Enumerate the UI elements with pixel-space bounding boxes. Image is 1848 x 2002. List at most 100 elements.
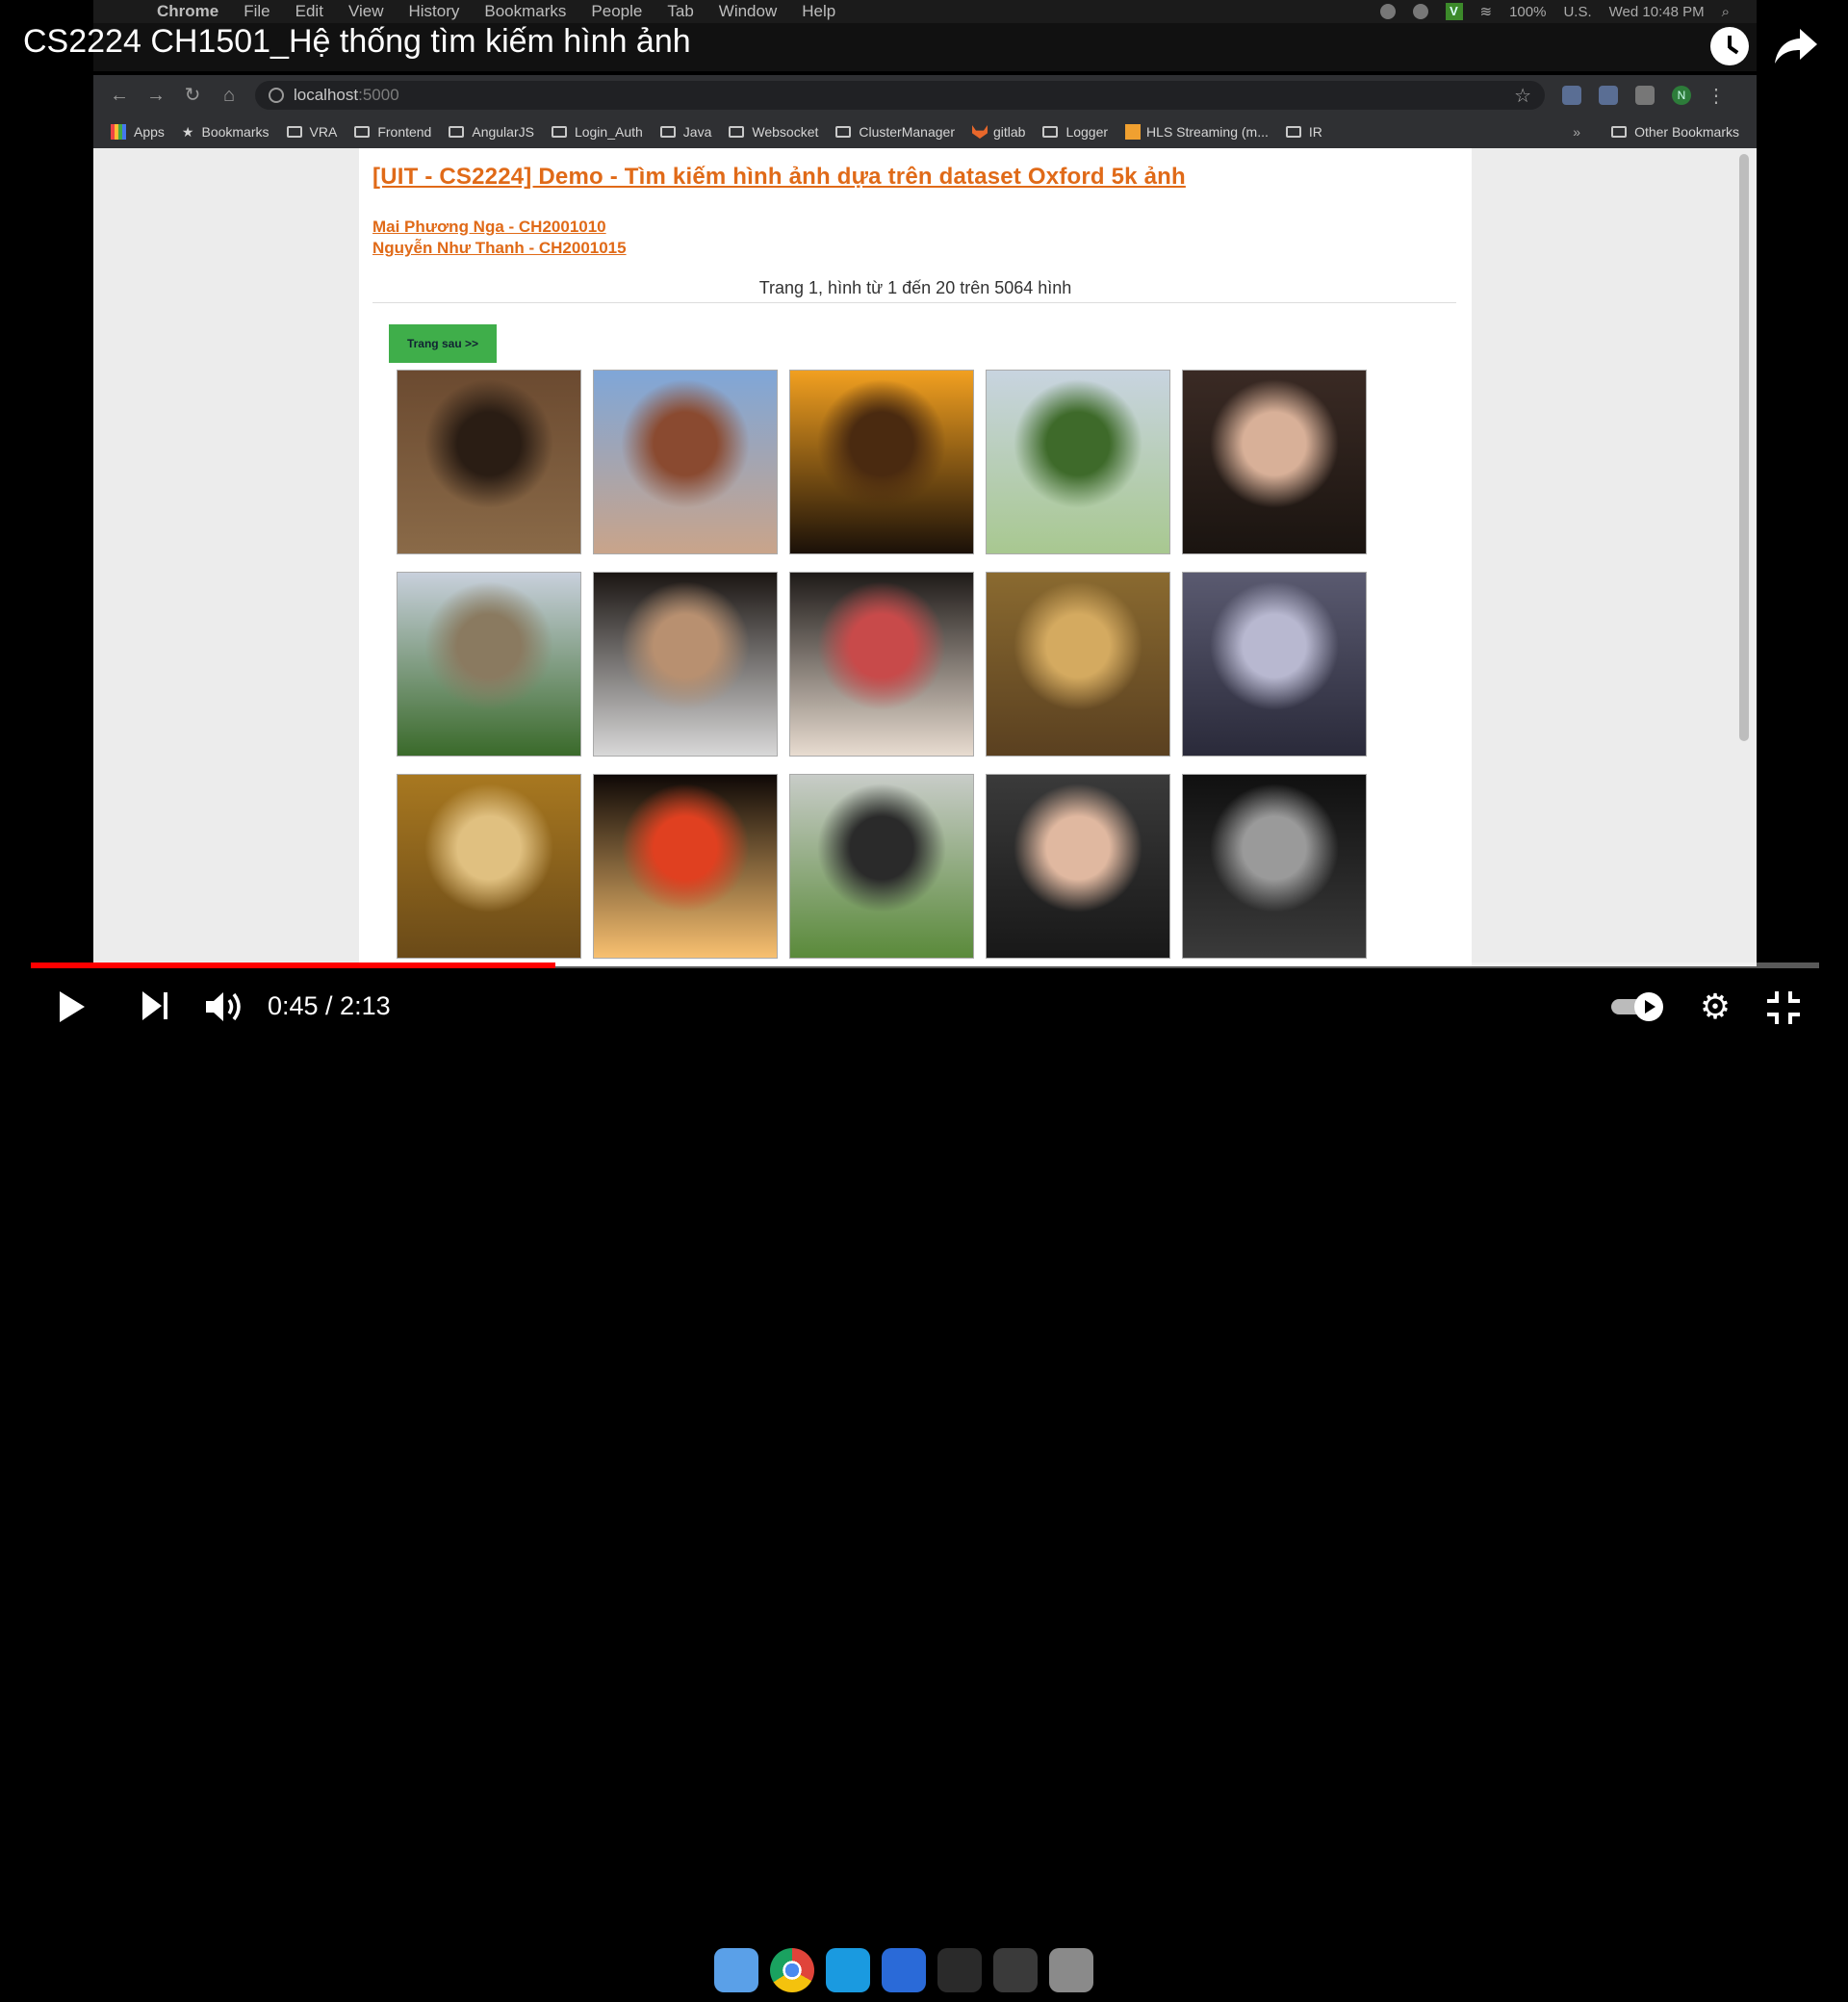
extensions-puzzle-icon[interactable]: [1635, 86, 1655, 105]
image-thumbnail-group-on-lawn[interactable]: [789, 774, 974, 959]
folder-icon: [286, 126, 302, 138]
display-icon[interactable]: [993, 1948, 1038, 1992]
gitlab-icon: [971, 125, 988, 139]
menu-bookmarks[interactable]: Bookmarks: [484, 2, 566, 21]
status-icon[interactable]: [1412, 4, 1428, 19]
bookmark-label: ClusterManager: [859, 124, 955, 140]
bookmark-label: Websocket: [752, 124, 819, 140]
player-controls: 0:45 / 2:13 ⚙: [0, 968, 1848, 1992]
bookmark-folder-logger[interactable]: Logger: [1042, 124, 1108, 140]
mac-dock: [703, 1942, 1145, 2002]
divider: [372, 302, 1456, 303]
bookmark-bookmarks[interactable]: ★ Bookmarks: [182, 124, 270, 141]
play-button[interactable]: [60, 991, 85, 1022]
trash-icon[interactable]: [1049, 1948, 1093, 1992]
autoplay-play-icon: [1634, 992, 1663, 1021]
exit-fullscreen-icon[interactable]: [1767, 991, 1800, 1024]
bookmark-label: IR: [1308, 124, 1322, 140]
menu-people[interactable]: People: [591, 2, 642, 21]
bookmark-folder-java[interactable]: Java: [659, 124, 711, 140]
recorded-screen: Chrome File Edit View History Bookmarks …: [93, 0, 1757, 966]
bookmark-hls-streaming[interactable]: HLS Streaming (m...: [1125, 124, 1269, 140]
autoplay-toggle[interactable]: [1611, 992, 1667, 1021]
bookmark-folder-websocket[interactable]: Websocket: [729, 124, 818, 140]
bookmark-folder-ir[interactable]: IR: [1285, 124, 1322, 140]
bookmark-folder-angularjs[interactable]: AngularJS: [449, 124, 534, 140]
profile-avatar[interactable]: N: [1672, 86, 1691, 105]
status-icon[interactable]: [1379, 4, 1396, 19]
vpn-icon[interactable]: [882, 1948, 926, 1992]
bookmark-label: AngularJS: [472, 124, 534, 140]
home-icon[interactable]: ⌂: [218, 85, 240, 106]
bookmark-folder-clustermanager[interactable]: ClusterManager: [835, 124, 955, 140]
image-thumbnail-people-in-hall[interactable]: [397, 370, 581, 554]
vpn-status-icon[interactable]: V: [1445, 3, 1463, 20]
url-host: localhost: [294, 86, 359, 104]
menu-view[interactable]: View: [348, 2, 384, 21]
next-video-button[interactable]: [142, 991, 169, 1022]
bookmark-folder-frontend[interactable]: Frontend: [354, 124, 431, 140]
bookmark-folder-login-auth[interactable]: Login_Auth: [551, 124, 643, 140]
volume-icon[interactable]: [204, 989, 246, 1024]
bookmark-folder-vra[interactable]: VRA: [286, 124, 337, 140]
apple-icon[interactable]: [115, 2, 134, 21]
page-title[interactable]: [UIT - CS2224] Demo - Tìm kiếm hình ảnh …: [372, 164, 1186, 191]
terminal-icon[interactable]: [937, 1948, 982, 1992]
finder-icon[interactable]: [714, 1948, 758, 1992]
page-scrollbar[interactable]: [1739, 154, 1749, 741]
bookmark-apps[interactable]: Apps: [111, 124, 165, 140]
bookmark-gitlab[interactable]: gitlab: [971, 124, 1025, 140]
translate-extension-icon[interactable]: [1562, 86, 1581, 105]
menu-edit[interactable]: Edit: [295, 2, 323, 21]
image-thumbnail-light-letters[interactable]: [1182, 572, 1367, 757]
image-thumbnail-guitarists-on-stage[interactable]: [1182, 774, 1367, 959]
reload-icon[interactable]: ↻: [182, 85, 203, 106]
browser-menu-icon[interactable]: ⋮: [1707, 84, 1726, 108]
menu-history[interactable]: History: [408, 2, 459, 21]
image-thumbnail-couple-with-glasses[interactable]: [986, 774, 1170, 959]
extension-icon[interactable]: [1599, 86, 1618, 105]
forward-icon[interactable]: →: [145, 85, 167, 106]
spotlight-icon[interactable]: ⌕: [1722, 4, 1730, 20]
input-locale[interactable]: U.S.: [1563, 4, 1591, 20]
image-thumbnail-gothic-college[interactable]: [397, 572, 581, 757]
skype-icon[interactable]: [826, 1948, 870, 1992]
bookmark-label: Apps: [134, 124, 165, 140]
folder-icon: [449, 126, 465, 138]
bookmark-label: Logger: [1065, 124, 1109, 140]
image-thumbnail-organ-interior[interactable]: [397, 774, 581, 959]
apps-icon: [111, 124, 126, 140]
image-thumbnail-sunset-over-river[interactable]: [789, 370, 974, 554]
address-bar[interactable]: localhost:5000 ☆: [255, 81, 1545, 110]
image-thumbnail-lanterns-at-night[interactable]: [593, 774, 778, 959]
more-bookmarks-icon[interactable]: »: [1573, 124, 1580, 140]
bookmark-star-icon[interactable]: ☆: [1514, 84, 1531, 108]
image-thumbnail-red-brick-towers[interactable]: [593, 370, 778, 554]
menu-help[interactable]: Help: [802, 2, 835, 21]
back-icon[interactable]: ←: [109, 85, 130, 106]
menu-chrome[interactable]: Chrome: [157, 2, 218, 21]
image-thumbnail-cathedral-window[interactable]: [986, 572, 1170, 757]
next-page-button[interactable]: Trang sau >>: [389, 324, 497, 363]
author-link[interactable]: Nguyễn Như Thanh - CH2001015: [372, 239, 627, 258]
menu-window[interactable]: Window: [719, 2, 777, 21]
bookmark-other-bookmarks[interactable]: Other Bookmarks: [1611, 124, 1739, 140]
menubar-clock[interactable]: Wed 10:48 PM: [1609, 4, 1705, 20]
wifi-icon[interactable]: ≋: [1480, 3, 1493, 20]
share-icon[interactable]: [1775, 27, 1817, 65]
image-thumbnail-young-man-portrait[interactable]: [593, 572, 778, 757]
mac-status-area: V ≋ 100% U.S. Wed 10:48 PM ⌕: [1379, 0, 1730, 23]
image-thumbnail-party-crowd[interactable]: [789, 572, 974, 757]
settings-gear-icon[interactable]: ⚙: [1698, 989, 1732, 1024]
bookmark-label: Login_Auth: [574, 124, 643, 140]
watch-later-icon[interactable]: [1710, 27, 1749, 65]
site-info-icon[interactable]: [269, 88, 284, 103]
video-title[interactable]: CS2224 CH1501_Hệ thống tìm kiếm hình ảnh: [23, 23, 691, 61]
chrome-icon[interactable]: [770, 1948, 814, 1992]
battery-level: 100%: [1509, 3, 1547, 20]
menu-file[interactable]: File: [244, 2, 270, 21]
image-thumbnail-green-lawn-park[interactable]: [986, 370, 1170, 554]
menu-tab[interactable]: Tab: [667, 2, 693, 21]
author-link[interactable]: Mai Phương Nga - CH2001010: [372, 218, 606, 237]
image-thumbnail-smiling-couple[interactable]: [1182, 370, 1367, 554]
